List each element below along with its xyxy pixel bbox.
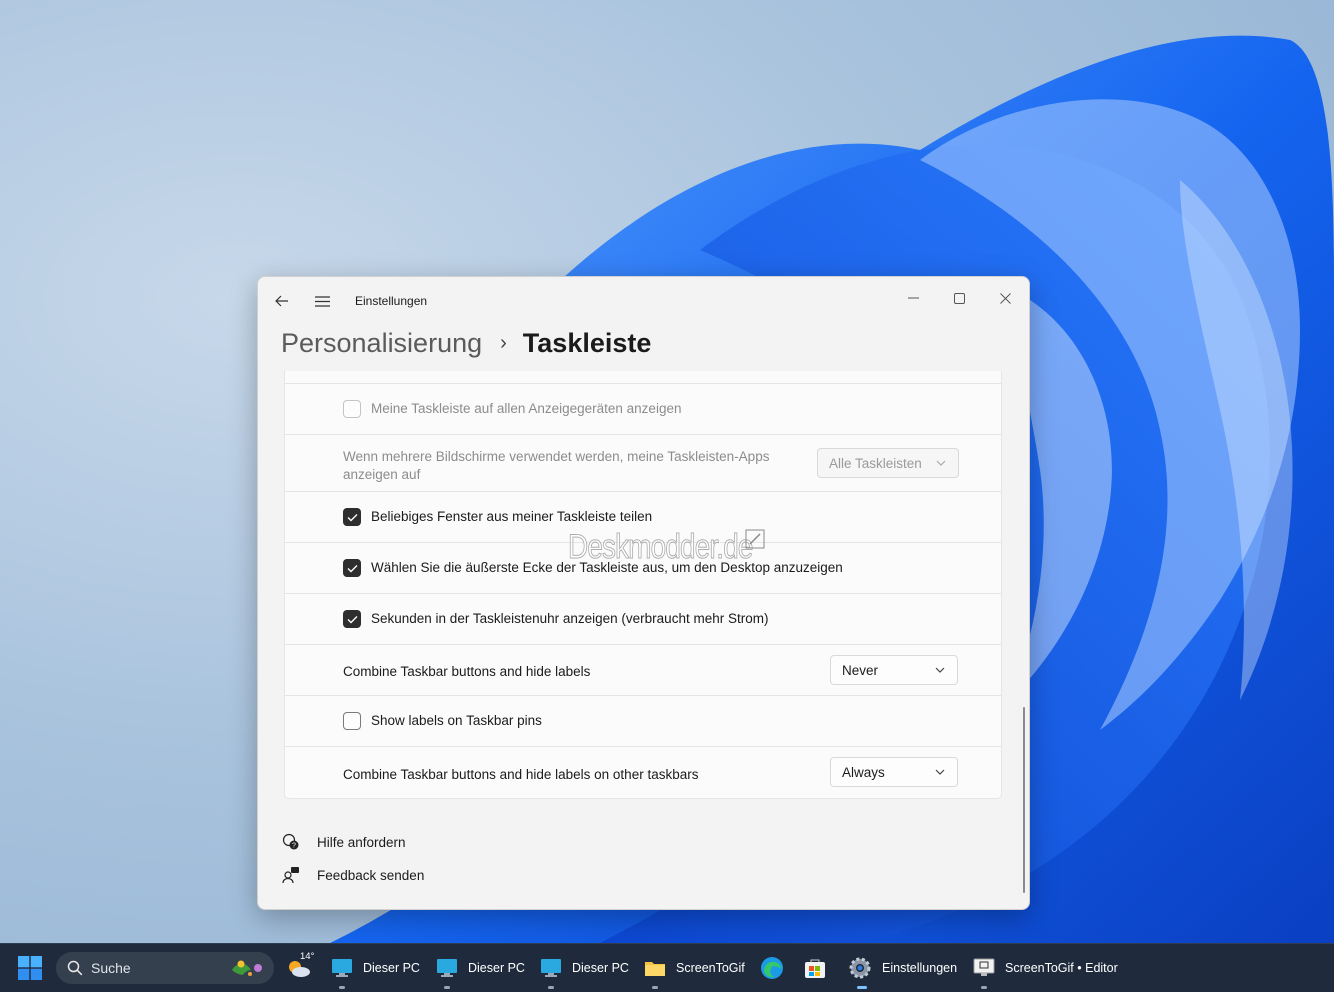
chevron-down-icon: [935, 769, 945, 775]
setting-seconds-clock: Sekunden in der Taskleistenuhr anzeigen …: [284, 594, 1002, 645]
help-link[interactable]: ? Hilfe anfordern: [281, 832, 406, 852]
chevron-down-icon: [935, 667, 945, 673]
minimize-icon: [907, 297, 919, 299]
app-title: Einstellungen: [355, 294, 428, 308]
taskbar-item-screentogif-editor[interactable]: ScreenToGif • Editor: [973, 944, 1118, 992]
taskbar-edge-button[interactable]: [760, 944, 784, 992]
help-chat-icon: ?: [281, 832, 301, 852]
combine-other-label: Combine Taskbar buttons and hide labels …: [343, 767, 699, 782]
taskbar-item-label: Einstellungen: [882, 961, 958, 975]
close-button[interactable]: [982, 283, 1028, 313]
checkmark-icon: [347, 615, 357, 623]
windows-logo-icon: [18, 956, 42, 980]
checkmark-icon: [347, 513, 357, 521]
folder-icon: [645, 962, 665, 976]
taskbar-item-einstellungen[interactable]: Einstellungen: [848, 944, 957, 992]
setting-show-labels-pins: Show labels on Taskbar pins: [284, 696, 1002, 747]
far-corner-checkbox[interactable]: [343, 559, 361, 577]
seconds-clock-label: Sekunden in der Taskleistenuhr anzeigen …: [371, 611, 769, 626]
taskbar-item-label: ScreenToGif: [676, 961, 745, 975]
edge-browser-icon: [761, 957, 783, 979]
setting-combine-buttons: Combine Taskbar buttons and hide labels …: [284, 645, 1002, 696]
running-indicator: [548, 986, 554, 989]
taskbar-item-dieser-pc-1[interactable]: Dieser PC: [331, 944, 420, 992]
show-labels-pins-checkbox[interactable]: [343, 712, 361, 730]
taskbar-item-label: Dieser PC: [572, 961, 629, 975]
scrollbar-thumb[interactable]: [1023, 707, 1025, 893]
running-indicator: [652, 986, 658, 989]
search-placeholder: Suche: [91, 960, 131, 976]
share-window-label: Beliebiges Fenster aus meiner Taskleiste…: [371, 509, 653, 524]
start-button[interactable]: [18, 944, 42, 992]
settings-list: Meine Taskleiste auf allen Anzeigegeräte…: [284, 371, 1004, 799]
taskbar-item-screentogif[interactable]: ScreenToGif: [644, 944, 745, 992]
weather-temp-badge: 14°: [297, 951, 318, 962]
close-icon: [999, 292, 1011, 304]
running-indicator: [444, 986, 450, 989]
taskbar-item-dieser-pc-2[interactable]: Dieser PC: [436, 944, 525, 992]
taskbar-item-dieser-pc-3[interactable]: Dieser PC: [540, 944, 629, 992]
combine-other-value: Always: [842, 764, 885, 780]
back-button[interactable]: [270, 289, 294, 313]
monitor-icon: [332, 959, 352, 977]
breadcrumb-separator-icon: ›: [500, 331, 507, 354]
taskbar-store-button[interactable]: [804, 944, 826, 992]
page-title: Taskleiste: [522, 327, 652, 358]
gear-icon: [849, 957, 871, 979]
combine-other-dropdown[interactable]: Always: [830, 757, 958, 787]
multi-monitor-label: Wenn mehrere Bildschirme verwendet werde…: [343, 449, 770, 482]
setting-show-all-displays: Meine Taskleiste auf allen Anzeigegeräte…: [284, 384, 1002, 435]
running-indicator: [339, 986, 345, 989]
search-icon: [67, 960, 83, 976]
active-indicator: [857, 986, 867, 989]
weather-widget[interactable]: 14°: [285, 944, 318, 992]
settings-window: Einstellungen Personalisierung › Tasklei…: [257, 276, 1030, 910]
store-bag-icon: [805, 959, 825, 978]
minimize-button[interactable]: [890, 283, 936, 313]
checkmark-icon: [347, 564, 357, 572]
combine-buttons-dropdown[interactable]: Never: [830, 655, 958, 685]
setting-far-corner: Wählen Sie die äußerste Ecke der Tasklei…: [284, 543, 1002, 594]
multi-monitor-value: Alle Taskleisten: [829, 455, 922, 471]
far-corner-label: Wählen Sie die äußerste Ecke der Tasklei…: [371, 560, 843, 575]
combine-buttons-value: Never: [842, 662, 879, 678]
title-bar: Einstellungen: [258, 277, 1029, 323]
share-window-checkbox[interactable]: [343, 508, 361, 526]
maximize-icon: [953, 292, 965, 304]
running-indicator: [981, 986, 987, 989]
show-all-displays-label: Meine Taskleiste auf allen Anzeigegeräte…: [371, 401, 682, 416]
setting-combine-other: Combine Taskbar buttons and hide labels …: [284, 747, 1002, 799]
breadcrumb: Personalisierung › Taskleiste: [281, 323, 651, 363]
setting-multi-monitor-apps: Wenn mehrere Bildschirme verwendet werde…: [284, 435, 1002, 492]
list-item: [284, 371, 1002, 384]
feedback-label: Feedback senden: [317, 867, 425, 883]
taskbar-item-label: Dieser PC: [468, 961, 525, 975]
chevron-down-icon: [936, 460, 946, 466]
multi-monitor-dropdown[interactable]: Alle Taskleisten: [817, 448, 959, 478]
taskbar: Suche 14° Dieser PC Dieser PC Dieser PC …: [0, 943, 1334, 992]
taskbar-item-label: ScreenToGif • Editor: [1005, 961, 1118, 975]
screentogif-monitor-icon: [973, 958, 995, 976]
maximize-button[interactable]: [936, 283, 982, 313]
show-labels-pins-label: Show labels on Taskbar pins: [371, 713, 542, 728]
help-label: Hilfe anfordern: [317, 834, 406, 850]
arrow-left-icon: [275, 295, 288, 307]
monitor-icon: [437, 959, 457, 977]
combine-buttons-label: Combine Taskbar buttons and hide labels: [343, 664, 591, 679]
taskbar-search-box[interactable]: Suche: [56, 952, 274, 984]
watermark-pen-icon: [745, 529, 765, 549]
breadcrumb-parent[interactable]: Personalisierung: [281, 328, 482, 359]
taskbar-item-label: Dieser PC: [363, 961, 420, 975]
feedback-link[interactable]: Feedback senden: [281, 865, 424, 885]
search-highlight-icon: [232, 960, 262, 976]
hamburger-icon: [314, 295, 330, 307]
seconds-clock-checkbox[interactable]: [343, 610, 361, 628]
monitor-icon: [541, 959, 561, 977]
feedback-person-icon: [281, 865, 301, 885]
show-all-displays-checkbox[interactable]: [343, 400, 361, 418]
setting-share-window: Beliebiges Fenster aus meiner Taskleiste…: [284, 492, 1002, 543]
nav-menu-button[interactable]: [310, 289, 334, 313]
svg-text:?: ?: [292, 843, 296, 850]
